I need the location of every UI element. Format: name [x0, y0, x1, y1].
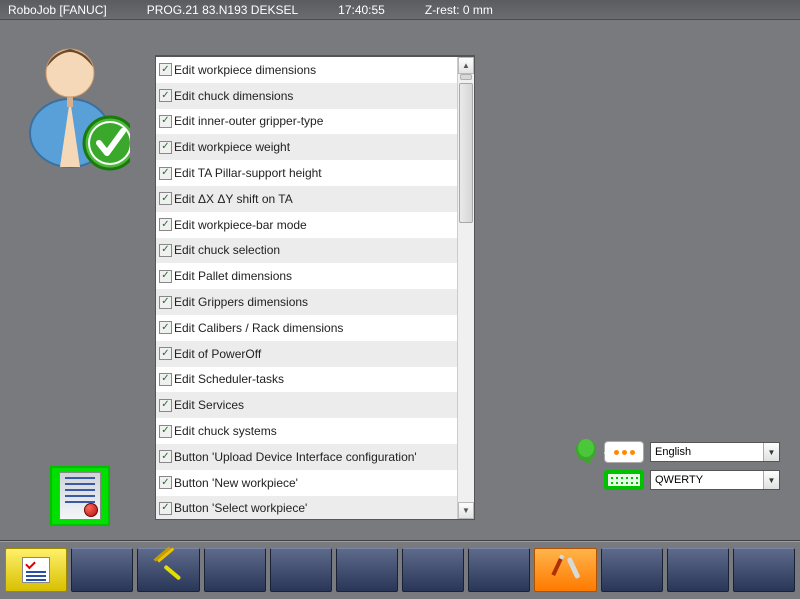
- permission-label: Edit Calibers / Rack dimensions: [174, 321, 343, 335]
- certificate-icon: [59, 472, 101, 520]
- permission-label: Edit workpiece dimensions: [174, 63, 316, 77]
- permission-row[interactable]: ✓Edit TA Pillar-support height: [156, 160, 457, 186]
- keyboard-select[interactable]: QWERTY ▼: [650, 470, 780, 490]
- checkbox-icon[interactable]: ✓: [159, 270, 172, 283]
- speech-bubble-icon: [604, 441, 644, 463]
- checkbox-icon[interactable]: ✓: [159, 347, 172, 360]
- toolbar-button-8[interactable]: [468, 548, 530, 592]
- permission-label: Edit TA Pillar-support height: [174, 166, 322, 180]
- permission-row[interactable]: ✓Button 'Select workpiece': [156, 496, 457, 519]
- scroll-down-button[interactable]: ▼: [458, 502, 474, 519]
- keyboard-row: QWERTY ▼: [604, 470, 780, 490]
- scroll-thumb[interactable]: [459, 83, 473, 223]
- scrollbar[interactable]: ▲ ▼: [457, 57, 474, 519]
- permission-row[interactable]: ✓Edit of PowerOff: [156, 341, 457, 367]
- permission-label: Button 'Select workpiece': [174, 501, 307, 515]
- permission-label: Edit chuck dimensions: [174, 89, 293, 103]
- toolbar-button-5[interactable]: [270, 548, 332, 592]
- tools-icon: [154, 556, 182, 584]
- checkbox-icon[interactable]: ✓: [159, 89, 172, 102]
- user-avatar-icon: [25, 35, 130, 175]
- permission-row[interactable]: ✓Edit Calibers / Rack dimensions: [156, 315, 457, 341]
- permission-label: Edit workpiece-bar mode: [174, 218, 307, 232]
- checkbox-icon[interactable]: ✓: [159, 425, 172, 438]
- permission-row[interactable]: ✓Edit ΔX ΔY shift on TA: [156, 186, 457, 212]
- permission-row[interactable]: ✓Button 'Upload Device Interface configu…: [156, 444, 457, 470]
- toolbar-tools-button[interactable]: [137, 548, 199, 592]
- keyboard-icon: [604, 470, 644, 490]
- permission-label: Button 'New workpiece': [174, 476, 298, 490]
- checkbox-icon[interactable]: ✓: [159, 167, 172, 180]
- permission-row[interactable]: ✓Edit Scheduler-tasks: [156, 367, 457, 393]
- permission-label: Edit Grippers dimensions: [174, 295, 308, 309]
- divider: [0, 540, 800, 541]
- permission-label: Edit Scheduler-tasks: [174, 372, 284, 386]
- language-select[interactable]: English ▼: [650, 442, 780, 462]
- toolbar-button-12[interactable]: [733, 548, 795, 592]
- keyboard-value: QWERTY: [655, 474, 703, 486]
- checkbox-icon[interactable]: ✓: [159, 502, 172, 515]
- permission-row[interactable]: ✓Edit Grippers dimensions: [156, 289, 457, 315]
- toolbar-button-2[interactable]: [71, 548, 133, 592]
- toolbar-button-10[interactable]: [601, 548, 663, 592]
- checkbox-icon[interactable]: ✓: [159, 63, 172, 76]
- permissions-list: ✓Edit workpiece dimensions✓Edit chuck di…: [155, 55, 475, 520]
- toolbar-checklist-button[interactable]: [5, 548, 67, 592]
- permission-label: Button 'Upload Device Interface configur…: [174, 450, 417, 464]
- toolbar-settings-button[interactable]: [534, 548, 596, 592]
- permission-label: Edit chuck systems: [174, 424, 277, 438]
- permission-label: Edit ΔX ΔY shift on TA: [174, 192, 293, 206]
- toolbar-button-4[interactable]: [204, 548, 266, 592]
- language-row: English ▼: [574, 438, 780, 466]
- checkbox-icon[interactable]: ✓: [159, 321, 172, 334]
- chevron-down-icon: ▼: [763, 443, 779, 461]
- permission-row[interactable]: ✓Edit chuck selection: [156, 238, 457, 264]
- title-time: 17:40:55: [338, 3, 385, 17]
- checkbox-icon[interactable]: ✓: [159, 399, 172, 412]
- toolbar-button-6[interactable]: [336, 548, 398, 592]
- certificate-button[interactable]: [50, 466, 110, 526]
- permission-row[interactable]: ✓Edit workpiece dimensions: [156, 57, 457, 83]
- title-prog: PROG.21 83.N193 DEKSEL: [147, 3, 298, 17]
- checkbox-icon[interactable]: ✓: [159, 476, 172, 489]
- permission-label: Edit inner-outer gripper-type: [174, 114, 323, 128]
- permission-row[interactable]: ✓Edit chuck systems: [156, 418, 457, 444]
- title-bar: RoboJob [FANUC] PROG.21 83.N193 DEKSEL 1…: [0, 0, 800, 20]
- permission-label: Edit of PowerOff: [174, 347, 261, 361]
- checkbox-icon[interactable]: ✓: [159, 244, 172, 257]
- language-value: English: [655, 446, 691, 458]
- chevron-down-icon: ▼: [763, 471, 779, 489]
- permission-row[interactable]: ✓Edit chuck dimensions: [156, 83, 457, 109]
- bottom-toolbar: [0, 541, 800, 599]
- toolbar-button-11[interactable]: [667, 548, 729, 592]
- permission-label: Edit Pallet dimensions: [174, 269, 292, 283]
- permission-row[interactable]: ✓Edit Services: [156, 392, 457, 418]
- permission-row[interactable]: ✓Edit workpiece-bar mode: [156, 212, 457, 238]
- permission-label: Edit chuck selection: [174, 243, 280, 257]
- permission-row[interactable]: ✓Edit inner-outer gripper-type: [156, 109, 457, 135]
- toolbar-button-7[interactable]: [402, 548, 464, 592]
- checkbox-icon[interactable]: ✓: [159, 218, 172, 231]
- title-zrest: Z-rest: 0 mm: [425, 3, 493, 17]
- scroll-up-button[interactable]: ▲: [458, 57, 474, 74]
- permission-label: Edit Services: [174, 398, 244, 412]
- wrench-screwdriver-icon: [550, 555, 580, 585]
- scroll-track-indicator[interactable]: [460, 74, 472, 80]
- checkbox-icon[interactable]: ✓: [159, 296, 172, 309]
- speech-icon: [574, 438, 598, 466]
- checklist-icon: [22, 557, 50, 583]
- checkbox-icon[interactable]: ✓: [159, 115, 172, 128]
- title-app: RoboJob [FANUC]: [8, 3, 107, 17]
- permission-row[interactable]: ✓Edit Pallet dimensions: [156, 263, 457, 289]
- checkbox-icon[interactable]: ✓: [159, 373, 172, 386]
- permission-row[interactable]: ✓Button 'New workpiece': [156, 470, 457, 496]
- checkbox-icon[interactable]: ✓: [159, 141, 172, 154]
- permission-row[interactable]: ✓Edit workpiece weight: [156, 134, 457, 160]
- permission-label: Edit workpiece weight: [174, 140, 290, 154]
- checkbox-icon[interactable]: ✓: [159, 192, 172, 205]
- main-area: ✓Edit workpiece dimensions✓Edit chuck di…: [0, 20, 800, 541]
- checkbox-icon[interactable]: ✓: [159, 450, 172, 463]
